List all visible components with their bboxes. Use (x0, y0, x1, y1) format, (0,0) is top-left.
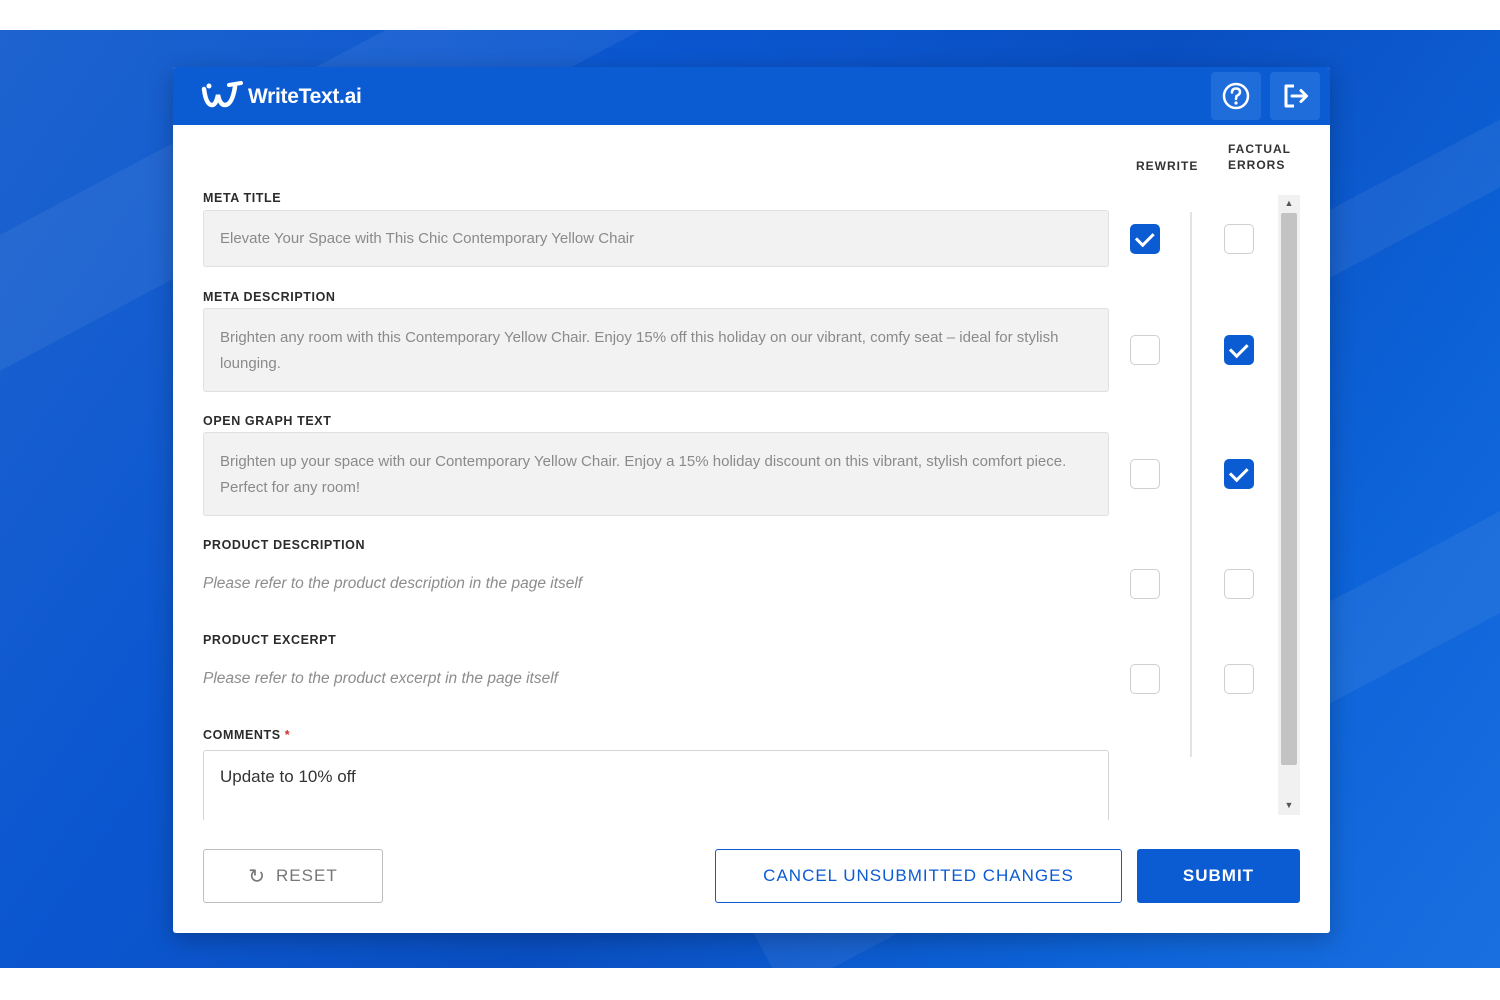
open-graph-field[interactable]: Brighten up your space with our Contempo… (203, 432, 1109, 516)
column-divider (1190, 212, 1192, 757)
open-graph-label: OPEN GRAPH TEXT (203, 414, 332, 428)
rewrite-column-header: REWRITE (1136, 159, 1199, 173)
product-excerpt-label: PRODUCT EXCERPT (203, 633, 337, 647)
scrollbar-thumb[interactable] (1281, 213, 1297, 765)
comments-label-text: COMMENTS (203, 728, 281, 742)
meta-description-field[interactable]: Brighten any room with this Contemporary… (203, 308, 1109, 392)
factual-errors-column-header: FACTUAL ERRORS (1228, 141, 1291, 173)
logout-icon (1284, 84, 1308, 108)
meta-title-label: META TITLE (203, 191, 282, 205)
product-excerpt-note: Please refer to the product excerpt in t… (203, 670, 558, 687)
submit-button[interactable]: SUBMIT (1137, 849, 1300, 903)
help-button[interactable] (1211, 72, 1261, 120)
product-description-note: Please refer to the product description … (203, 575, 583, 592)
scroll-down-arrow[interactable]: ▼ (1278, 797, 1300, 813)
product-description-label: PRODUCT DESCRIPTION (203, 538, 366, 552)
product-description-factual-checkbox[interactable] (1224, 569, 1254, 599)
comments-label: COMMENTS * (203, 728, 290, 742)
factual-header-line: ERRORS (1228, 158, 1286, 172)
reset-button[interactable]: ↻ RESET (203, 849, 383, 903)
comments-textarea[interactable]: Update to 10% off (203, 750, 1109, 820)
meta-description-rewrite-checkbox[interactable] (1130, 335, 1160, 365)
meta-description-factual-checkbox[interactable] (1224, 335, 1254, 365)
required-marker: * (284, 728, 291, 742)
open-graph-rewrite-checkbox[interactable] (1130, 459, 1160, 489)
scroll-up-arrow[interactable]: ▲ (1278, 195, 1300, 211)
meta-title-rewrite-checkbox[interactable] (1130, 224, 1160, 254)
title-bar: WriteText.ai (173, 67, 1330, 125)
logout-button[interactable] (1270, 72, 1320, 120)
factual-header-line: FACTUAL (1228, 142, 1291, 156)
meta-description-label: META DESCRIPTION (203, 290, 336, 304)
cancel-unsubmitted-changes-button[interactable]: CANCEL UNSUBMITTED CHANGES (715, 849, 1122, 903)
writetext-logo-icon (201, 81, 243, 108)
help-circle-icon (1222, 82, 1250, 110)
product-excerpt-factual-checkbox[interactable] (1224, 664, 1254, 694)
review-dialog: WriteText.ai REWRITE FACTUAL ERRORS ▲ ▼ … (173, 67, 1330, 933)
reset-button-label: RESET (276, 866, 338, 885)
brand-name: WriteText.ai (248, 85, 362, 108)
product-excerpt-rewrite-checkbox[interactable] (1130, 664, 1160, 694)
open-graph-factual-checkbox[interactable] (1224, 459, 1254, 489)
product-description-rewrite-checkbox[interactable] (1130, 569, 1160, 599)
refresh-icon: ↻ (248, 865, 267, 888)
meta-title-factual-checkbox[interactable] (1224, 224, 1254, 254)
meta-title-field[interactable]: Elevate Your Space with This Chic Contem… (203, 210, 1109, 267)
